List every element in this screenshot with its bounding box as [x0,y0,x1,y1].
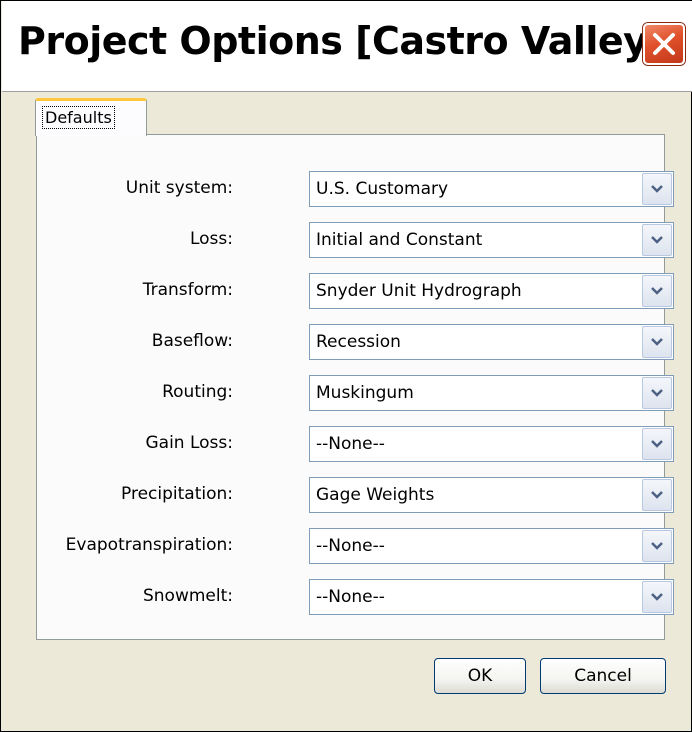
evapotranspiration-value: --None-- [316,536,385,556]
snowmelt-label: Snowmelt: [142,586,233,606]
snowmelt-value: --None-- [316,587,385,607]
precipitation-label: Precipitation: [121,484,233,504]
loss-label: Loss: [189,229,233,249]
baseflow-label: Baseflow: [151,331,233,351]
chevron-down-icon [651,593,663,601]
title-bar[interactable]: Project Options [Castro Valley] [2,1,692,92]
routing-dropdown-button[interactable] [642,377,672,409]
snowmelt-select[interactable]: --None-- [309,579,674,615]
defaults-panel: Unit system: U.S. Customary Loss: Initia… [36,134,674,640]
unit-system-select[interactable]: U.S. Customary [309,171,674,207]
chevron-down-icon [651,338,663,346]
transform-value: Snyder Unit Hydrograph [316,281,522,301]
precipitation-select[interactable]: Gage Weights [309,477,674,513]
evapotranspiration-select[interactable]: --None-- [309,528,674,564]
gain-loss-select[interactable]: --None-- [309,426,674,462]
precipitation-value: Gage Weights [316,485,435,505]
transform-dropdown-button[interactable] [642,275,672,307]
unit-system-label: Unit system: [125,178,233,198]
project-options-dialog: Project Options [Castro Valley] Defaults… [0,0,692,732]
evapotranspiration-label: Evapotranspiration: [65,535,233,555]
gain-loss-dropdown-button[interactable] [642,428,672,460]
close-button[interactable] [643,23,685,65]
ok-button[interactable]: OK [434,658,526,694]
routing-select[interactable]: Muskingum [309,375,674,411]
baseflow-select[interactable]: Recession [309,324,674,360]
cancel-button[interactable]: Cancel [540,658,666,694]
gain-loss-value: --None-- [316,434,385,454]
routing-label: Routing: [162,382,233,402]
gain-loss-label: Gain Loss: [145,433,233,453]
chevron-down-icon [651,491,663,499]
tab-defaults[interactable]: Defaults [35,98,147,136]
tab-defaults-label: Defaults [42,106,115,129]
unit-system-dropdown-button[interactable] [642,173,672,205]
transform-select[interactable]: Snyder Unit Hydrograph [309,273,674,309]
chevron-down-icon [651,440,663,448]
precipitation-dropdown-button[interactable] [642,479,672,511]
chevron-down-icon [651,287,663,295]
evapotranspiration-dropdown-button[interactable] [642,530,672,562]
baseflow-value: Recession [316,332,401,352]
loss-select[interactable]: Initial and Constant [309,222,674,258]
chevron-down-icon [651,185,663,193]
close-icon [653,33,675,55]
unit-system-value: U.S. Customary [316,179,449,199]
loss-value: Initial and Constant [316,230,483,250]
routing-value: Muskingum [316,383,414,403]
chevron-down-icon [651,389,663,397]
window-title: Project Options [Castro Valley] [18,19,665,63]
baseflow-dropdown-button[interactable] [642,326,672,358]
chevron-down-icon [651,236,663,244]
snowmelt-dropdown-button[interactable] [642,581,672,613]
transform-label: Transform: [142,280,233,300]
loss-dropdown-button[interactable] [642,224,672,256]
chevron-down-icon [651,542,663,550]
